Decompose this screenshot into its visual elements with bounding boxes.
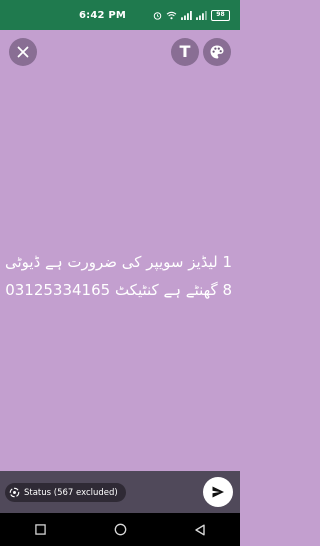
status-icons: 98 xyxy=(153,9,230,21)
home-button[interactable] xyxy=(108,518,132,542)
home-icon xyxy=(114,523,126,536)
system-navigation-bar xyxy=(0,513,240,546)
send-icon xyxy=(212,486,224,498)
status-text-line-2: 8 گھنٹے ہے کنٹیکٹ 03125334165 xyxy=(5,281,232,299)
signal-icon xyxy=(181,10,192,20)
back-button[interactable] xyxy=(188,518,212,542)
send-button[interactable] xyxy=(203,477,233,507)
status-audience-label: Status (567 excluded) xyxy=(24,487,118,498)
system-status-bar: 6:42 PM 98 xyxy=(0,0,240,30)
recents-button[interactable] xyxy=(28,518,52,542)
battery-icon: 98 xyxy=(210,9,230,21)
close-icon xyxy=(17,46,29,58)
alarm-icon xyxy=(153,11,162,20)
status-time: 6:42 PM xyxy=(78,9,127,21)
status-audience-chip[interactable]: Status (567 excluded) xyxy=(5,483,126,502)
status-text-body[interactable]: 1 لیڈیز سویپر کی ضرورت ہے ڈیوٹی 8 گھنٹے … xyxy=(5,248,232,304)
back-icon xyxy=(195,524,205,535)
text-style-button[interactable]: T xyxy=(171,38,199,66)
text-style-label: T xyxy=(179,42,191,61)
palette-icon xyxy=(210,45,224,59)
recents-icon xyxy=(34,524,46,535)
background-color-button[interactable] xyxy=(203,38,231,66)
close-button[interactable] xyxy=(9,38,37,66)
status-ring-icon xyxy=(9,487,20,498)
status-text-line-1: 1 لیڈیز سویپر کی ضرورت ہے ڈیوٹی xyxy=(5,253,232,271)
signal-icon-2 xyxy=(196,10,207,20)
wifi-icon xyxy=(166,11,177,19)
